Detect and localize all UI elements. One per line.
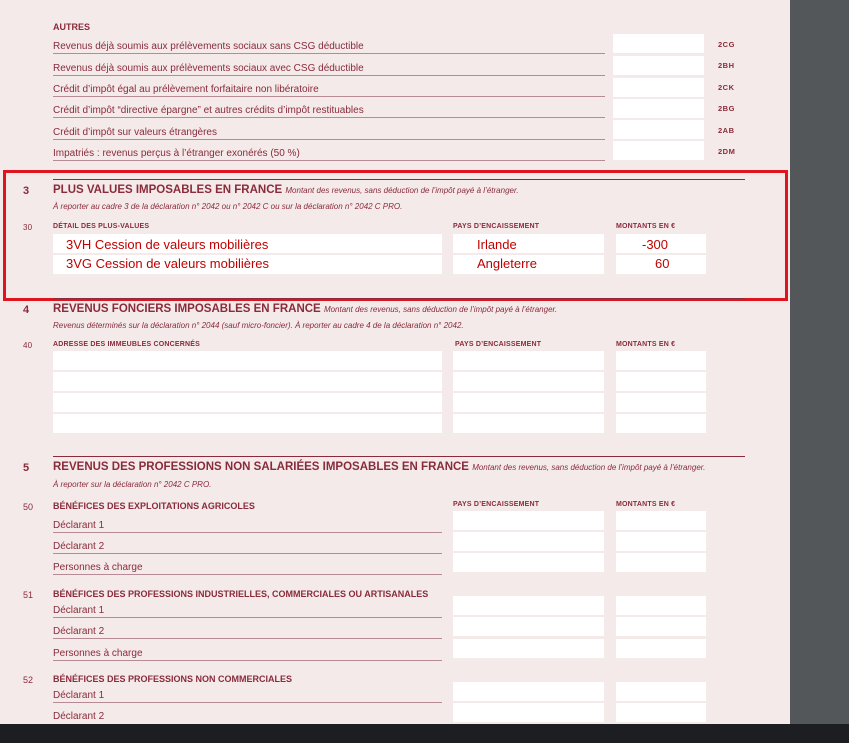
col-montant-header: MONTANTS EN € — [616, 501, 676, 508]
montant-input[interactable] — [616, 682, 706, 701]
autres-row-code: 2AB — [718, 126, 735, 135]
autres-input-2bg[interactable] — [613, 99, 704, 118]
adresse-input[interactable] — [53, 372, 442, 391]
line-number-51: 51 — [23, 590, 34, 600]
adresse-input[interactable] — [53, 393, 442, 412]
autres-row-label: Impatriés : revenus perçus à l’étranger … — [53, 148, 300, 159]
autres-row-code: 2BH — [718, 61, 735, 70]
row-underline — [53, 574, 442, 575]
autres-row-code: 2CK — [718, 83, 735, 92]
pays-input[interactable] — [453, 596, 604, 615]
autres-input-2ab[interactable] — [613, 120, 704, 139]
declarant-label: Déclarant 1 — [53, 690, 105, 701]
line-number-52: 52 — [23, 675, 34, 685]
autres-row-code: 2CG — [718, 40, 735, 49]
declarant-label: Personnes à charge — [53, 562, 143, 573]
row-underline — [53, 139, 605, 140]
autres-row-code: 2DM — [718, 147, 736, 156]
autres-row-code: 2BG — [718, 104, 735, 113]
row-underline — [53, 660, 442, 661]
group-title: BÉNÉFICES DES PROFESSIONS NON COMMERCIAL… — [53, 674, 293, 684]
montant-input[interactable] — [616, 393, 706, 412]
autres-input-2ck[interactable] — [613, 78, 704, 97]
row-underline — [53, 532, 442, 533]
declarant-label: Déclarant 1 — [53, 605, 105, 616]
montant-input[interactable] — [616, 553, 706, 572]
autres-input-2dm[interactable] — [613, 141, 704, 160]
montant-input[interactable] — [616, 596, 706, 615]
declarant-label: Déclarant 1 — [53, 520, 105, 531]
montant-input[interactable] — [616, 511, 706, 530]
pays-input[interactable] — [453, 617, 604, 636]
declarant-label: Déclarant 2 — [53, 541, 105, 552]
col-montant-header: MONTANTS EN € — [616, 341, 676, 348]
pays-input[interactable] — [453, 351, 604, 370]
declarant-label: Déclarant 2 — [53, 711, 105, 722]
adresse-input[interactable] — [53, 351, 442, 370]
pays-input[interactable] — [453, 414, 604, 433]
pays-input[interactable] — [453, 703, 604, 722]
group-title: BÉNÉFICES DES PROFESSIONS INDUSTRIELLES,… — [53, 589, 429, 599]
line-number-50: 50 — [23, 502, 34, 512]
autres-title: AUTRES — [53, 22, 91, 32]
declarant-label: Personnes à charge — [53, 648, 143, 659]
section-5-note: À reporter sur la déclaration n° 2042 C … — [53, 480, 212, 489]
autres-row-label: Crédit d’impôt sur valeurs étrangères — [53, 127, 217, 138]
pays-input[interactable] — [453, 682, 604, 701]
autres-row-label: Crédit d’impôt “directive épargne” et au… — [53, 105, 364, 116]
declarant-label: Déclarant 2 — [53, 626, 105, 637]
montant-input[interactable] — [616, 414, 706, 433]
col-pays-header: PAYS D’ENCAISSEMENT — [453, 501, 540, 508]
autres-row-label: Crédit d’impôt égal au prélèvement forfa… — [53, 84, 319, 95]
montant-input[interactable] — [616, 703, 706, 722]
montant-input[interactable] — [616, 532, 706, 551]
row-underline — [53, 617, 442, 618]
montant-input[interactable] — [616, 372, 706, 391]
pays-input[interactable] — [453, 553, 604, 572]
row-underline — [53, 702, 442, 703]
row-underline — [53, 96, 605, 97]
autres-input-2cg[interactable] — [613, 34, 704, 53]
row-underline — [53, 553, 442, 554]
adresse-input[interactable] — [53, 414, 442, 433]
row-underline — [53, 53, 605, 54]
section-4-title: REVENUS FONCIERS IMPOSABLES EN FRANCE Mo… — [53, 303, 558, 315]
col-pays-header: PAYS D’ENCAISSEMENT — [455, 341, 542, 348]
autres-row-label: Revenus déjà soumis aux prélèvements soc… — [53, 63, 364, 74]
pays-input[interactable] — [453, 532, 604, 551]
row-underline — [53, 117, 605, 118]
col-adresse-header: ADRESSE DES IMMEUBLES CONCERNÉS — [53, 341, 200, 348]
viewer-bottom-strip — [0, 724, 849, 743]
row-underline — [53, 75, 605, 76]
pays-input[interactable] — [453, 639, 604, 658]
highlight-frame — [3, 170, 788, 301]
line-number-40: 40 — [23, 341, 33, 350]
montant-input[interactable] — [616, 639, 706, 658]
tax-form-page: AUTRES Revenus déjà soumis aux prélèveme… — [0, 0, 790, 724]
row-underline — [53, 638, 442, 639]
autres-row-label: Revenus déjà soumis aux prélèvements soc… — [53, 41, 364, 52]
montant-input[interactable] — [616, 351, 706, 370]
pays-input[interactable] — [453, 511, 604, 530]
viewer-side-panel — [790, 0, 849, 724]
section-4-note: Revenus déterminés sur la déclaration n°… — [53, 321, 464, 330]
autres-input-2bh[interactable] — [613, 56, 704, 75]
section-4-number: 4 — [23, 304, 30, 316]
section-divider — [53, 456, 745, 457]
pays-input[interactable] — [453, 393, 604, 412]
montant-input[interactable] — [616, 617, 706, 636]
section-5-title: REVENUS DES PROFESSIONS NON SALARIÉES IM… — [53, 461, 706, 473]
row-underline — [53, 160, 605, 161]
group-title: BÉNÉFICES DES EXPLOITATIONS AGRICOLES — [53, 501, 255, 511]
section-5-number: 5 — [23, 462, 30, 474]
section-divider — [53, 298, 745, 299]
pays-input[interactable] — [453, 372, 604, 391]
